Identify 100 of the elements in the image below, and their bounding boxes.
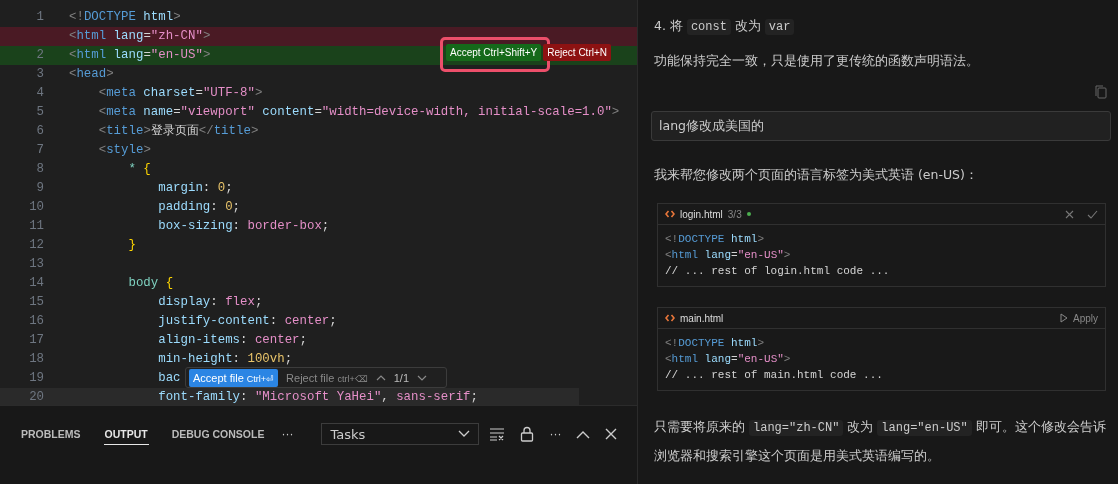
code-token: border-box: [247, 218, 322, 235]
code-token: ;: [329, 313, 337, 330]
line-number: 16: [29, 314, 44, 328]
code-file-icon: [665, 314, 675, 322]
code-token: >: [250, 123, 259, 140]
line-number: 2: [36, 48, 44, 62]
code-token: body: [127, 275, 159, 292]
line-number: 18: [29, 352, 44, 366]
code-token: >: [783, 249, 791, 261]
line-number: 14: [29, 276, 44, 290]
code-token: 登录页面: [150, 123, 199, 140]
file-name: login.html: [680, 208, 723, 220]
code-token: ;: [225, 180, 233, 197]
code-token: <: [665, 249, 672, 261]
code-token: <: [69, 66, 77, 83]
code-token: font-family: [157, 389, 241, 405]
code-token: "en-US": [737, 353, 784, 365]
code-token: "en-US": [150, 47, 203, 64]
reject-file-button[interactable]: Reject file ctrl+⌫: [286, 371, 368, 384]
line-number: 12: [29, 238, 44, 252]
code-token: html: [76, 28, 107, 45]
code-token: =: [314, 104, 322, 121]
code-token: {: [142, 161, 151, 178]
code-token: charset: [142, 85, 196, 102]
code-token: *: [127, 161, 136, 178]
code-token: "Microsoft YaHei": [254, 389, 382, 405]
code-token: html: [730, 337, 758, 349]
code-token: :: [232, 351, 242, 368]
code-token: <!: [69, 9, 84, 26]
file-name: main.html: [680, 312, 724, 324]
code-token: <: [97, 104, 107, 121]
chevron-up-icon[interactable]: [375, 374, 386, 381]
play-icon: [1060, 313, 1068, 323]
code-token: =: [195, 85, 203, 102]
accept-file-button[interactable]: Accept file Ctrl+⏎: [189, 368, 279, 387]
user-message: lang修改成美国的: [651, 111, 1111, 141]
checkmark-icon[interactable]: [1087, 209, 1098, 219]
code-token: lang: [112, 47, 144, 64]
code-token: :: [240, 332, 249, 349]
code-token: <!: [665, 337, 679, 349]
line-number: 6: [36, 124, 44, 138]
code-token: 100vh: [247, 351, 285, 368]
line-number: 7: [36, 143, 44, 157]
code-token: >: [783, 353, 791, 365]
code-token: :: [210, 199, 219, 216]
code-token: <: [97, 123, 107, 140]
code-token: sans-serif: [396, 389, 471, 405]
code-token: :: [240, 389, 249, 405]
code-token: justify-content: [157, 313, 270, 330]
code-token: :: [232, 218, 242, 235]
code-token: >: [202, 28, 211, 45]
chevron-down-icon[interactable]: [417, 374, 427, 381]
line-number: 15: [29, 295, 44, 309]
reject-button[interactable]: Reject Ctrl+N: [543, 44, 611, 61]
accept-button[interactable]: Accept Ctrl+Shift+Y: [446, 44, 542, 61]
code-token: =: [173, 104, 181, 121]
code-token: >: [106, 66, 114, 83]
apply-button[interactable]: Apply: [1060, 312, 1098, 324]
code-token: >: [173, 9, 181, 26]
code-token: :: [202, 180, 212, 197]
code-token: ;: [299, 332, 307, 349]
code-token: DOCTYPE: [678, 337, 725, 349]
code-token: style: [106, 142, 144, 159]
line-number: 4: [36, 86, 44, 100]
close-icon[interactable]: [605, 428, 618, 440]
code-token: html: [76, 47, 107, 64]
output-channel-dropdown[interactable]: Tasks: [321, 423, 480, 445]
more-button[interactable]: ···: [281, 427, 294, 441]
line-number: 13: [29, 257, 44, 271]
code-token: =: [731, 249, 738, 261]
more-actions-button[interactable]: ···: [549, 427, 562, 441]
code-token: >: [611, 104, 620, 121]
code-token: name: [142, 104, 174, 121]
code-token: min-height: [157, 351, 233, 368]
code-token: ;: [254, 294, 263, 311]
clear-output-icon[interactable]: [489, 427, 506, 441]
line-number: 17: [29, 333, 44, 347]
code-token: =: [143, 47, 151, 64]
code-token: >: [143, 142, 151, 159]
chat-paragraph: 我来帮您修改两个页面的语言标签为美式英语 (en-US)：: [654, 166, 979, 184]
code-token: ;: [470, 389, 478, 405]
code-token: box-sizing: [157, 218, 233, 235]
code-token: =: [731, 353, 738, 365]
code-token: lang: [112, 28, 144, 45]
lock-icon[interactable]: [520, 426, 535, 442]
panel-tab[interactable]: DEBUG CONSOLE: [170, 423, 266, 445]
code-token: "width=device-width, initial-scale=1.0": [321, 104, 612, 121]
change-counter: 1/1: [393, 371, 409, 384]
code-token: }: [127, 237, 136, 254]
line-number: 8: [36, 162, 44, 176]
code-token: display: [157, 294, 211, 311]
code-token: DOCTYPE: [678, 233, 725, 245]
panel-tab[interactable]: PROBLEMS: [20, 423, 82, 445]
code-token: meta: [106, 104, 136, 121]
code-token: =: [143, 28, 151, 45]
line-number: 11: [29, 219, 44, 233]
maximize-panel-icon[interactable]: [576, 429, 591, 439]
code-token: bac: [157, 370, 181, 387]
chevron-down-icon[interactable]: [458, 430, 471, 438]
panel-tab[interactable]: OUTPUT: [103, 423, 149, 445]
